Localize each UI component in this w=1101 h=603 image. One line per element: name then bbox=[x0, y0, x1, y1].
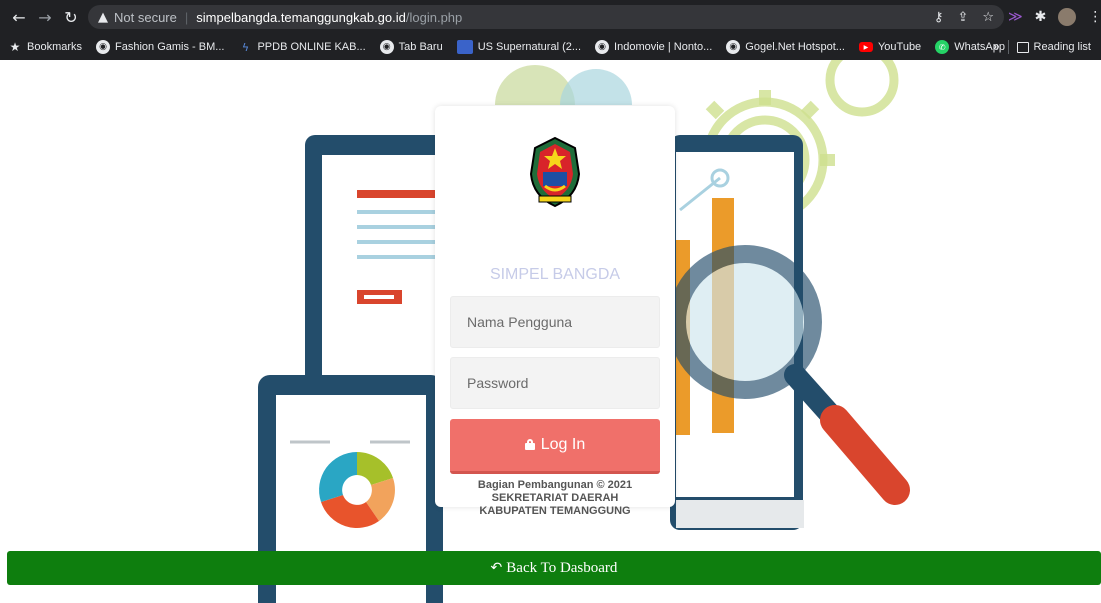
login-button-label: Log In bbox=[540, 436, 586, 453]
reading-list-icon bbox=[1016, 41, 1029, 53]
bookmark-label: Gogel.Net Hotspot... bbox=[745, 41, 845, 53]
forward-arrow-icon[interactable]: → bbox=[32, 4, 58, 30]
globe-icon: ◉ bbox=[726, 40, 741, 54]
bfl-icon bbox=[456, 40, 473, 54]
reading-list-button[interactable]: Reading list bbox=[1016, 41, 1091, 53]
bookmark-label: YouTube bbox=[877, 41, 922, 53]
app-title: SIMPEL BANGDA bbox=[489, 266, 621, 283]
globe-icon: ◉ bbox=[379, 40, 394, 54]
profile-avatar-icon[interactable] bbox=[1058, 8, 1077, 26]
back-button-label: Back To Dasboard bbox=[506, 559, 618, 576]
bookmark-item[interactable]: US Supernatural (2... bbox=[456, 40, 582, 54]
youtube-icon: ▶ bbox=[858, 42, 873, 52]
globe-icon: ◉ bbox=[595, 40, 610, 54]
bookmark-star-icon[interactable]: ☆ bbox=[982, 10, 994, 25]
reload-icon[interactable]: ↻ bbox=[58, 4, 84, 30]
lock-icon bbox=[524, 438, 535, 450]
bookmark-label: PPDB ONLINE KAB... bbox=[257, 41, 366, 53]
extension-icon[interactable]: ≫ bbox=[1008, 9, 1023, 25]
footer-copyright: Bagian Pembangunan © 2021 bbox=[477, 479, 633, 491]
page-content: SIMPEL BANGDA Log In Bagian Pembangunan … bbox=[0, 60, 1101, 603]
bookmark-label: US Supernatural (2... bbox=[477, 41, 582, 53]
back-arrow-icon[interactable]: ← bbox=[6, 4, 32, 30]
globe-icon: ◉ bbox=[96, 40, 111, 54]
bookmark-item[interactable]: ◉ Tab Baru bbox=[379, 40, 443, 54]
password-input[interactable] bbox=[450, 357, 660, 409]
key-icon[interactable]: ⚷ bbox=[934, 10, 944, 25]
bookmark-item[interactable]: ϟ PPDB ONLINE KAB... bbox=[238, 40, 366, 54]
bookmark-item[interactable]: ◉ Indomovie | Nonto... bbox=[595, 40, 712, 54]
login-card: SIMPEL BANGDA Log In Bagian Pembangunan … bbox=[435, 106, 675, 517]
bookmarks-bar: ★ Bookmarks ◉ Fashion Gamis - BM... ϟ PPDB … bbox=[0, 34, 1101, 60]
ppdb-icon: ϟ bbox=[241, 40, 250, 54]
bookmark-item[interactable]: ◉ Fashion Gamis - BM... bbox=[96, 40, 224, 54]
login-button[interactable]: Log In bbox=[450, 419, 660, 474]
url-host: simpelbangda.temanggungkab.go.id bbox=[196, 9, 406, 25]
reading-list-label: Reading list bbox=[1033, 41, 1091, 53]
bookmark-label: Bookmarks bbox=[27, 41, 83, 53]
bookmark-item[interactable]: ◉ Gogel.Net Hotspot... bbox=[726, 40, 845, 54]
star-icon: ★ bbox=[9, 40, 21, 54]
bookmark-item[interactable]: ▶ YouTube bbox=[858, 41, 922, 53]
back-to-dashboard-button[interactable]: ↶ Back To Dasboard bbox=[7, 551, 1101, 585]
warning-icon: ▲ bbox=[98, 9, 108, 25]
bookmark-label: Indomovie | Nonto... bbox=[614, 41, 713, 53]
regency-emblem-logo bbox=[529, 136, 581, 208]
bookmark-item[interactable]: ★ Bookmarks bbox=[8, 40, 82, 54]
reply-arrow-icon: ↶ bbox=[490, 560, 503, 576]
puzzle-icon[interactable]: ✱ bbox=[1035, 9, 1047, 25]
browser-toolbar: ← → ↻ ▲ Not secure | simpelbangda.temang… bbox=[0, 0, 1101, 34]
footer-organization: SEKRETARIAT DAERAH bbox=[491, 492, 619, 504]
address-bar[interactable]: ▲ Not secure | simpelbangda.temanggungka… bbox=[88, 5, 1004, 29]
bookmark-label: Tab Baru bbox=[398, 41, 443, 53]
username-input[interactable] bbox=[450, 296, 660, 348]
share-icon[interactable]: ⇪ bbox=[957, 10, 968, 25]
bookmark-label: Fashion Gamis - BM... bbox=[115, 41, 225, 53]
bookmarks-divider bbox=[1007, 40, 1009, 54]
whatsapp-icon: ✆ bbox=[935, 40, 950, 54]
security-label: Not secure bbox=[114, 9, 177, 25]
more-bookmarks-icon[interactable]: » bbox=[993, 41, 999, 53]
footer-regency: KABUPATEN TEMANGGUNG bbox=[479, 505, 631, 517]
menu-kebab-icon[interactable]: ⋮ bbox=[1088, 9, 1101, 25]
url-path: /login.php bbox=[405, 9, 463, 25]
omnibox-separator: | bbox=[184, 9, 189, 25]
